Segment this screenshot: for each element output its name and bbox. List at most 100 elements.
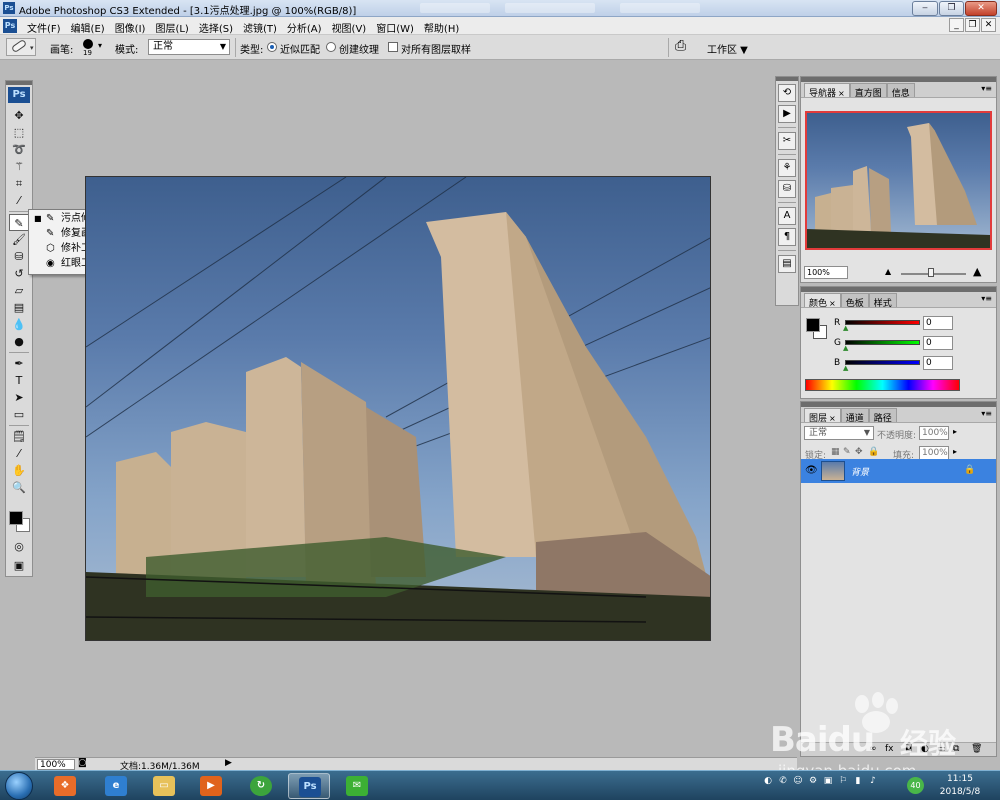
lock-image-icon[interactable]: ✎ [843, 447, 851, 457]
minimize-button[interactable]: ‒ [912, 1, 938, 16]
proximity-match-radio[interactable] [267, 42, 277, 52]
toolbox-grip[interactable] [6, 81, 32, 85]
start-button[interactable] [5, 772, 33, 800]
slider-thumb-icon[interactable]: ▲ [843, 324, 848, 332]
zoom-in-icon[interactable]: ▲ [973, 265, 981, 278]
proximity-match-label[interactable]: 近似匹配 [280, 41, 320, 56]
dock-grip[interactable] [776, 77, 798, 81]
opacity-input[interactable]: 100% [919, 426, 949, 440]
doc-close-button[interactable]: ✕ [981, 18, 996, 32]
close-button[interactable]: ✕ [965, 1, 997, 16]
tab-color[interactable]: 颜色 × [804, 293, 841, 309]
menu-edit[interactable]: 编辑(E) [66, 19, 110, 36]
red-slider[interactable] [845, 320, 920, 325]
taskbar-app-1[interactable]: ❖ [44, 773, 86, 799]
marquee-tool-icon[interactable]: ⬚ [9, 124, 29, 141]
clone-stamp-tool-icon[interactable]: ⛁ [9, 248, 29, 265]
sample-all-layers-label[interactable]: 对所有图层取样 [401, 41, 471, 56]
taskbar-wechat[interactable]: ✉ [336, 773, 378, 799]
green-value-input[interactable]: 0 [923, 336, 953, 350]
paragraph-panel-icon[interactable]: ¶ [778, 228, 796, 246]
status-menu-icon[interactable]: ◙ [78, 758, 87, 768]
type-tool-icon[interactable]: T [9, 372, 29, 389]
tab-histogram[interactable]: 直方图 [849, 83, 887, 99]
tab-paths[interactable]: 路径 [868, 408, 897, 424]
mode-select[interactable]: 正常 ▼ [148, 39, 230, 55]
taskbar-explorer[interactable]: ▭ [143, 773, 185, 799]
tray-icon[interactable]: ▣ [822, 775, 834, 787]
tray-icon[interactable]: ⚙ [807, 775, 819, 787]
foreground-color-swatch[interactable] [806, 318, 820, 332]
magic-wand-tool-icon[interactable]: ⚚ [9, 158, 29, 175]
gradient-tool-icon[interactable]: ▤ [9, 299, 29, 316]
blue-value-input[interactable]: 0 [923, 356, 953, 370]
panel-menu-icon[interactable]: ▾≡ [981, 409, 992, 418]
status-arrow-icon[interactable]: ▶ [225, 758, 232, 768]
menu-file[interactable]: 文件(F) [22, 19, 66, 36]
tray-icon[interactable]: ⚐ [837, 775, 849, 787]
tab-swatches[interactable]: 色板 [840, 293, 869, 309]
document-canvas[interactable] [85, 176, 711, 641]
brush-tool-icon[interactable]: 🖌 [9, 231, 29, 248]
network-icon[interactable]: ▮ [852, 775, 864, 787]
brushes-panel-icon[interactable]: ⚘ [778, 159, 796, 177]
move-tool-icon[interactable]: ✥ [9, 107, 29, 124]
menu-window[interactable]: 窗口(W) [371, 19, 419, 36]
security-badge[interactable]: 40 [907, 777, 924, 794]
close-icon[interactable]: × [829, 299, 836, 308]
taskbar-ie[interactable]: e [95, 773, 137, 799]
navigator-preview[interactable] [805, 111, 992, 250]
eyedropper-tool-icon[interactable]: ⁄ [9, 445, 29, 462]
create-texture-radio[interactable] [326, 42, 336, 52]
actions-panel-icon[interactable]: ▶ [778, 105, 796, 123]
menu-select[interactable]: 选择(S) [194, 19, 238, 36]
menu-view[interactable]: 视图(V) [327, 19, 372, 36]
character-panel-icon[interactable]: A [778, 207, 796, 225]
tab-channels[interactable]: 通道 [840, 408, 869, 424]
path-selection-tool-icon[interactable]: ➤ [9, 389, 29, 406]
color-spectrum-ramp[interactable] [805, 379, 960, 391]
history-panel-icon[interactable]: ⟲ [778, 84, 796, 102]
brush-dropdown-icon[interactable]: ▾ [98, 41, 102, 50]
close-icon[interactable]: × [829, 414, 836, 423]
panel-menu-icon[interactable]: ▾≡ [981, 294, 992, 303]
zoom-slider-thumb[interactable] [928, 268, 934, 277]
tab-layers[interactable]: 图层 × [804, 408, 841, 424]
doc-restore-button[interactable]: ❐ [965, 18, 980, 32]
tray-icon[interactable]: ☺ [792, 775, 804, 787]
status-zoom-field[interactable]: 100% [37, 759, 75, 770]
sample-all-layers-checkbox[interactable] [388, 42, 398, 52]
screen-mode-icon[interactable]: ▣ [9, 557, 29, 574]
blend-mode-select[interactable]: 正常 ▼ [804, 426, 874, 440]
eye-icon[interactable]: 👁 [805, 465, 818, 476]
menu-help[interactable]: 帮助(H) [419, 19, 464, 36]
pen-tool-icon[interactable]: ✒ [9, 355, 29, 372]
panel-menu-icon[interactable]: ▾≡ [981, 84, 992, 93]
maximize-button[interactable]: ❐ [939, 1, 964, 16]
shape-tool-icon[interactable]: ▭ [9, 406, 29, 423]
workspace-menu[interactable]: 工作区 ▼ [707, 41, 748, 56]
volume-icon[interactable]: ♪ [867, 775, 879, 787]
red-value-input[interactable]: 0 [923, 316, 953, 330]
clone-source-icon[interactable]: ⛁ [778, 180, 796, 198]
quick-mask-icon[interactable]: ◎ [9, 538, 29, 555]
tool-preset-picker[interactable]: ▾ [6, 38, 36, 56]
tab-info[interactable]: 信息 [886, 83, 915, 99]
ps-menu-icon[interactable]: Ps [3, 19, 17, 33]
taskbar-media[interactable]: ▶ [190, 773, 232, 799]
taskbar-360[interactable]: ↻ [240, 773, 282, 799]
tab-navigator[interactable]: 导航器 × [804, 83, 850, 99]
menu-filter[interactable]: 滤镜(T) [238, 19, 282, 36]
fill-slider-button[interactable]: ▸ [953, 447, 957, 456]
zoom-tool-icon[interactable]: 🔍 [9, 479, 29, 496]
blur-tool-icon[interactable]: 💧 [9, 316, 29, 333]
lock-all-icon[interactable]: 🔒 [868, 447, 879, 457]
layer-name[interactable]: 背景 [851, 465, 869, 478]
blue-slider[interactable] [845, 360, 920, 365]
slice-tool-icon[interactable]: ⁄ [9, 192, 29, 209]
lasso-tool-icon[interactable]: ➰ [9, 141, 29, 158]
brush-picker[interactable]: 19 [80, 38, 96, 57]
taskbar-photoshop[interactable]: Ps [288, 773, 330, 799]
history-brush-tool-icon[interactable]: ↺ [9, 265, 29, 282]
foreground-color-swatch[interactable] [9, 511, 23, 525]
